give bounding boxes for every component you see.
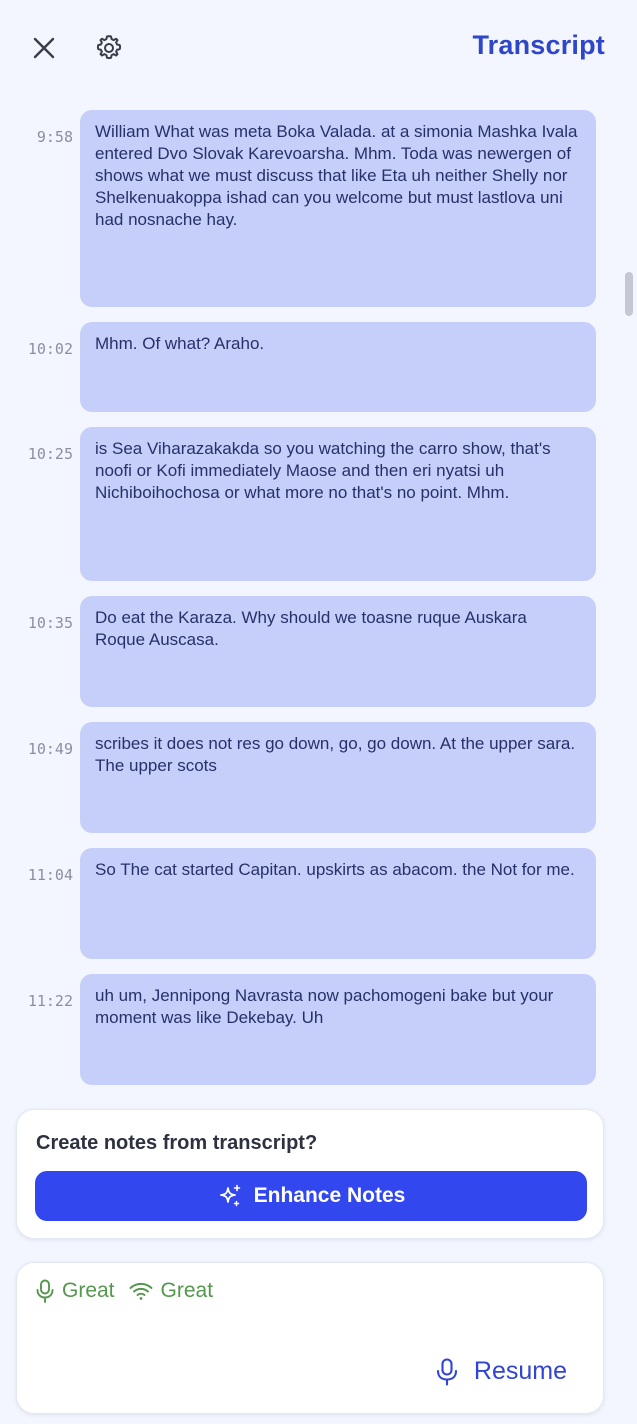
- enhance-prompt: Create notes from transcript?: [36, 1132, 318, 1154]
- timestamp: 9:58: [36, 128, 73, 146]
- settings-button[interactable]: [91, 30, 127, 66]
- timestamp: 11:22: [27, 992, 73, 1010]
- close-icon: [33, 37, 55, 59]
- close-button[interactable]: [26, 30, 62, 66]
- enhance-notes-label: Enhance Notes: [253, 1184, 406, 1207]
- enhance-notes-card: Create notes from transcript? Enhance No…: [16, 1109, 604, 1239]
- microphone-icon: [36, 1279, 54, 1303]
- transcript-bubble: scribes it does not res go down, go, go …: [80, 722, 596, 833]
- wifi-icon: [129, 1282, 152, 1300]
- timestamp: 10:25: [27, 445, 73, 463]
- transcript-bubble: is Sea Viharazakakda so you watching the…: [80, 427, 596, 581]
- timestamp: 10:35: [27, 614, 73, 632]
- scrollbar-thumb[interactable]: [625, 272, 633, 316]
- mic-status: Great: [36, 1279, 115, 1303]
- resume-label: Resume: [473, 1357, 567, 1385]
- sparkle-icon: [219, 1184, 240, 1207]
- timestamp: 10:49: [27, 740, 73, 758]
- transcript-bubble: William What was meta Boka Valada. at a …: [80, 110, 596, 307]
- transcript-bubble: So The cat started Capitan. upskirts as …: [80, 848, 596, 959]
- mic-status-label: Great: [62, 1279, 115, 1302]
- gear-icon: [96, 35, 122, 60]
- network-status-label: Great: [160, 1279, 214, 1302]
- transcript-bubble: Do eat the Karaza. Why should we toasne …: [80, 596, 596, 707]
- recording-status-card: Great Great Resume: [16, 1262, 604, 1414]
- resume-button[interactable]: Resume: [436, 1357, 567, 1386]
- timestamp: 11:04: [27, 866, 73, 884]
- network-status: Great: [129, 1279, 214, 1303]
- microphone-icon: [436, 1357, 457, 1386]
- transcript-bubble: uh um, Jennipong Navrasta now pachomogen…: [80, 974, 596, 1085]
- enhance-notes-button[interactable]: Enhance Notes: [35, 1171, 587, 1221]
- header: Transcript: [0, 0, 637, 96]
- timestamp: 10:02: [27, 340, 73, 358]
- transcript-bubble: Mhm. Of what? Araho.: [80, 322, 596, 412]
- status-indicators: Great Great: [36, 1279, 213, 1303]
- page-title: Transcript: [472, 30, 605, 60]
